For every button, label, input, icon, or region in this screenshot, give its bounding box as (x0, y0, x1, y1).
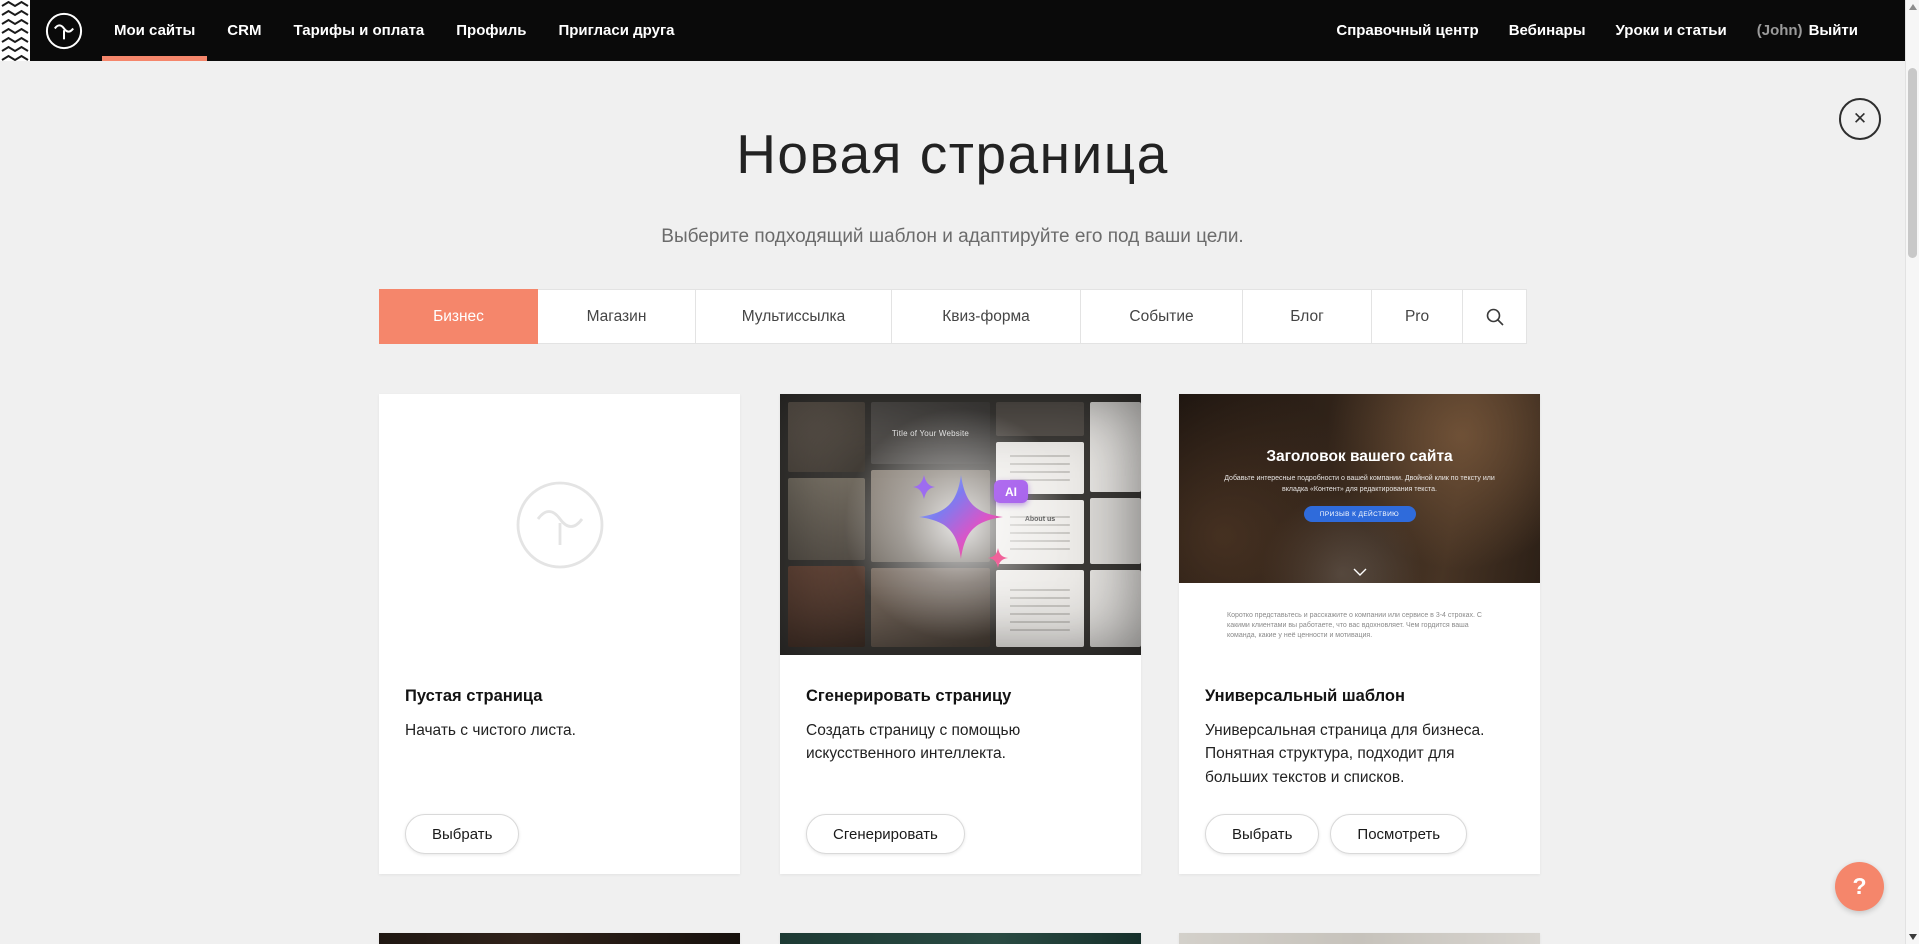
search-icon (1485, 307, 1505, 327)
template-card-ai-generate: Title of Your Website About us (780, 394, 1141, 874)
template-card-partial[interactable] (780, 933, 1141, 944)
user-name: (John) (1757, 22, 1803, 39)
nav-profile[interactable]: Профиль (456, 0, 526, 61)
tab-shop[interactable]: Магазин (537, 289, 696, 344)
template-card-partial[interactable] (1179, 933, 1540, 944)
card-actions: Сгенерировать (806, 814, 965, 854)
user-logout[interactable]: (John) Выйти (1757, 0, 1858, 61)
card-description: Универсальная страница для бизнеса. Поня… (1205, 719, 1505, 789)
card-actions: Выбрать (405, 814, 519, 854)
logout-link[interactable]: Выйти (1809, 22, 1858, 39)
card-title: Сгенерировать страницу (806, 687, 1115, 706)
choose-button[interactable]: Выбрать (405, 814, 519, 854)
nav-lessons[interactable]: Уроки и статьи (1616, 0, 1727, 61)
top-navigation-bar: Мои сайты CRM Тарифы и оплата Профиль Пр… (0, 0, 1905, 61)
ai-badge: AI (994, 480, 1028, 503)
blank-page-preview (379, 394, 740, 655)
vertical-scrollbar[interactable] (1905, 0, 1919, 944)
template-hero-section: Заголовок вашего сайта Добавьте интересн… (1179, 394, 1540, 583)
card-content: Сгенерировать страницу Создать страницу … (780, 655, 1141, 874)
tilda-logo[interactable] (44, 0, 84, 61)
card-content: Пустая страница Начать с чистого листа. … (379, 655, 740, 874)
scrollbar-down-arrow[interactable] (1909, 934, 1917, 940)
template-category-tabs: Бизнес Магазин Мультиссылка Квиз-форма С… (379, 289, 1527, 344)
new-page-screen: Мои сайты CRM Тарифы и оплата Профиль Пр… (0, 0, 1919, 944)
nav-pricing[interactable]: Тарифы и оплата (293, 0, 424, 61)
tab-multilink[interactable]: Мультиссылка (695, 289, 892, 344)
tab-event[interactable]: Событие (1080, 289, 1243, 344)
scrollbar-up-arrow[interactable] (1909, 4, 1917, 10)
universal-template-preview: Заголовок вашего сайта Добавьте интересн… (1179, 394, 1540, 655)
nav-help-center[interactable]: Справочный центр (1336, 0, 1478, 61)
zigzag-edge-decoration (0, 0, 30, 61)
tab-business[interactable]: Бизнес (379, 289, 538, 344)
card-description: Создать страницу с помощью искусственног… (806, 719, 1106, 766)
main-menu: Мои сайты CRM Тарифы и оплата Профиль Пр… (114, 0, 675, 61)
scrollbar-thumb[interactable] (1908, 68, 1917, 258)
tab-quiz-form[interactable]: Квиз-форма (891, 289, 1081, 344)
card-actions: Выбрать Посмотреть (1205, 814, 1467, 854)
help-button[interactable]: ? (1835, 862, 1884, 911)
page-title: Новая страница (0, 122, 1905, 186)
template-card-universal: Заголовок вашего сайта Добавьте интересн… (1179, 394, 1540, 874)
template-hero-text: Добавьте интересные подробности о вашей … (1219, 474, 1501, 495)
card-content: Универсальный шаблон Универсальная стран… (1179, 655, 1540, 874)
template-card-blank: Пустая страница Начать с чистого листа. … (379, 394, 740, 874)
tilda-logo-icon (44, 11, 84, 51)
template-cta-button: ПРИЗЫВ К ДЕЙСТВИЮ (1304, 506, 1416, 522)
question-mark-icon: ? (1852, 873, 1866, 899)
nav-my-sites[interactable]: Мои сайты (114, 0, 195, 61)
nav-invite-friend[interactable]: Пригласи друга (558, 0, 674, 61)
template-hero-title: Заголовок вашего сайта (1179, 394, 1540, 466)
card-title: Универсальный шаблон (1205, 687, 1514, 706)
generate-button[interactable]: Сгенерировать (806, 814, 965, 854)
template-body-text: Коротко представьтесь и расскажите о ком… (1179, 583, 1540, 641)
template-card-partial[interactable] (379, 933, 740, 944)
secondary-menu: Справочный центр Вебинары Уроки и статьи… (1336, 0, 1891, 61)
card-title: Пустая страница (405, 687, 714, 706)
ai-generate-preview: Title of Your Website About us (780, 394, 1141, 655)
ai-sparkle-icon (886, 450, 1036, 600)
preview-button[interactable]: Посмотреть (1330, 814, 1467, 854)
card-description: Начать с чистого листа. (405, 719, 705, 742)
page-subtitle: Выберите подходящий шаблон и адаптируйте… (0, 226, 1905, 248)
tab-blog[interactable]: Блог (1242, 289, 1372, 344)
tab-search[interactable] (1462, 289, 1527, 344)
chevron-down-icon (1353, 568, 1367, 576)
tab-pro[interactable]: Pro (1371, 289, 1463, 344)
tilda-watermark-icon (512, 477, 608, 573)
choose-button[interactable]: Выбрать (1205, 814, 1319, 854)
nav-webinars[interactable]: Вебинары (1509, 0, 1586, 61)
nav-crm[interactable]: CRM (227, 0, 261, 61)
